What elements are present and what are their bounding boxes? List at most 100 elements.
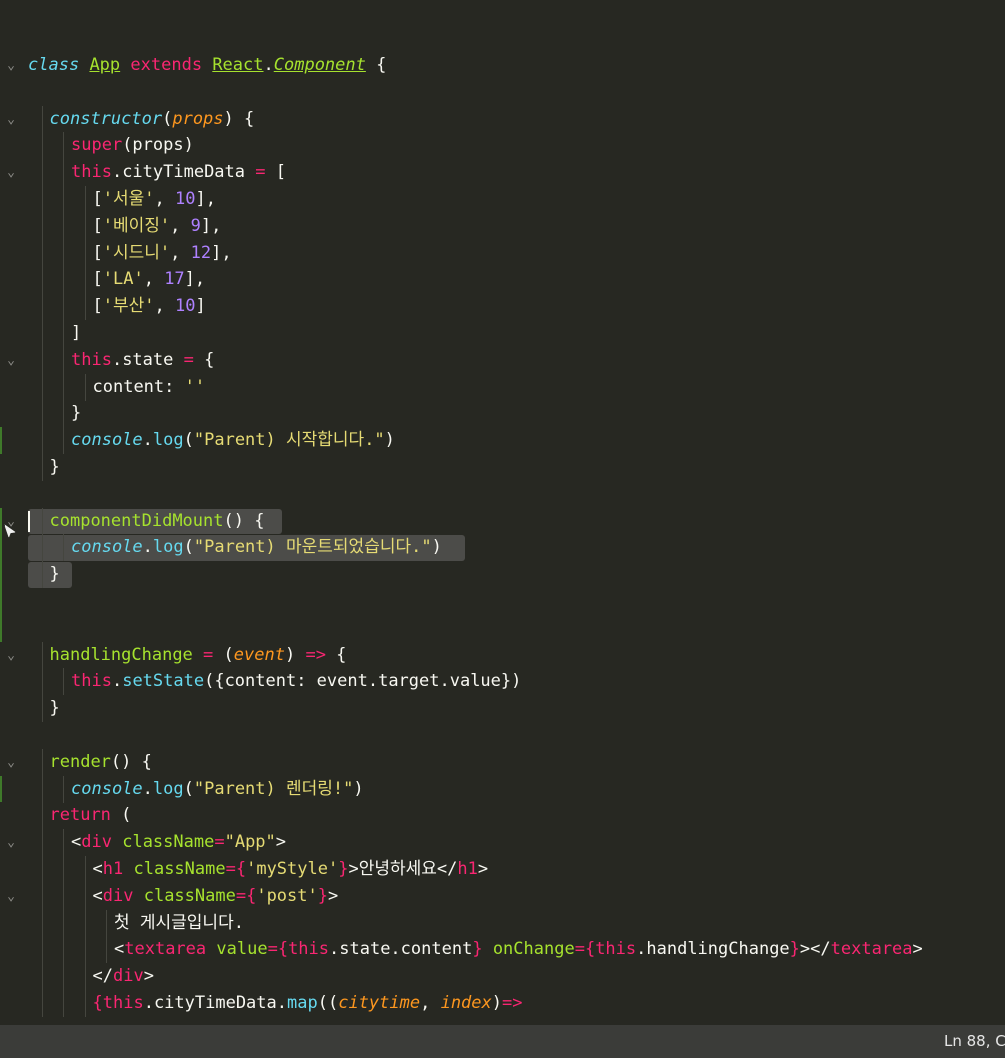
code-token: 12 xyxy=(190,242,212,263)
code-editor[interactable]: ⌄ class App extends React.Component {⌄ con… xyxy=(0,0,1005,1025)
code-line[interactable]: } xyxy=(0,400,1005,428)
code-line[interactable]: </div> xyxy=(0,963,1005,991)
code-token: 첫 게시글입니다. xyxy=(114,912,244,933)
code-token: = xyxy=(203,644,214,665)
indent-guide xyxy=(41,963,43,991)
code-token: . xyxy=(111,671,123,692)
code-token: [ xyxy=(265,162,286,183)
fold-chevron-icon[interactable]: ⌄ xyxy=(2,159,20,186)
code-token: ], xyxy=(200,215,222,236)
code-line[interactable]: ⌄ constructor(props) { xyxy=(0,105,1005,133)
fold-chevron-icon[interactable]: ⌄ xyxy=(2,347,20,374)
code-token: ], xyxy=(195,189,216,209)
indent-guide xyxy=(41,105,43,133)
code-token: ] xyxy=(195,296,206,317)
code-token: this xyxy=(71,671,112,692)
indent-guide xyxy=(41,320,43,347)
code-line[interactable]: console.log("Parent) 마운트되었습니다.") xyxy=(0,534,1005,562)
code-line[interactable]: return ( xyxy=(0,802,1005,830)
code-token: ( xyxy=(162,108,173,129)
code-line[interactable]: } xyxy=(0,454,1005,481)
code-token: [ xyxy=(92,242,103,263)
code-line[interactable]: ['부산', 10] xyxy=(0,293,1005,321)
code-token: div xyxy=(102,885,134,906)
code-line[interactable]: this.setState({content: event.target.val… xyxy=(0,668,1005,696)
code-line[interactable]: 첫 게시글입니다. xyxy=(0,909,1005,937)
code-line[interactable]: ⌄ <div className="App"> xyxy=(0,829,1005,857)
code-token: ></ xyxy=(799,939,831,960)
code-line[interactable]: ⌄ handlingChange = (event) => { xyxy=(0,641,1005,669)
code-line[interactable]: content: '' xyxy=(0,373,1005,401)
code-token: > xyxy=(912,939,923,960)
indent-guide xyxy=(41,132,43,160)
code-token: 10 xyxy=(174,296,196,317)
code-line[interactable]: ⌄ <div className={'post'}> xyxy=(0,882,1005,910)
indent-guide xyxy=(84,239,86,267)
code-line[interactable]: console.log("Parent) 렌더링!") xyxy=(0,775,1005,803)
code-token: } xyxy=(71,403,82,424)
indent-guide xyxy=(41,293,43,321)
code-token: ) xyxy=(431,537,442,558)
code-line[interactable]: ] xyxy=(0,320,1005,347)
code-token: ( xyxy=(183,537,194,558)
code-line[interactable]: {this.cityTimeData.map((citytime, index)… xyxy=(0,990,1005,1017)
code-line[interactable]: console.log("Parent) 시작합니다.") xyxy=(0,427,1005,455)
code-line[interactable]: } xyxy=(0,561,1005,589)
code-token: log xyxy=(152,778,184,799)
code-line[interactable]: ⌄ render() { xyxy=(0,748,1005,776)
code-token: 'post' xyxy=(256,885,318,906)
indent-guide xyxy=(63,293,64,321)
code-token: .handlingChange xyxy=(636,939,790,960)
indent-guide xyxy=(63,373,64,401)
code-text: {this.cityTimeData.map((citytime, index)… xyxy=(93,990,523,1017)
indent-guide xyxy=(63,346,64,374)
code-token: citytime xyxy=(338,993,421,1013)
code-token: => xyxy=(502,993,523,1013)
code-token: , xyxy=(154,189,175,209)
fold-chevron-icon[interactable]: ⌄ xyxy=(2,642,20,669)
fold-chevron-icon[interactable]: ⌄ xyxy=(2,829,20,856)
code-line[interactable]: ['시드니', 12], xyxy=(0,239,1005,267)
indent-guide xyxy=(41,936,43,964)
code-token: . xyxy=(263,55,274,75)
code-token: ( xyxy=(110,805,132,826)
code-token: ( xyxy=(183,778,194,799)
code-token: { xyxy=(193,349,215,370)
code-line[interactable]: ⌄ this.cityTimeData = [ xyxy=(0,159,1005,187)
indent-guide xyxy=(63,320,64,347)
code-line[interactable]: ⌄ this.state = { xyxy=(0,346,1005,374)
fold-chevron-icon[interactable]: ⌄ xyxy=(2,52,20,79)
fold-chevron-icon[interactable]: ⌄ xyxy=(2,749,20,776)
code-token: [ xyxy=(92,296,103,317)
code-line[interactable]: } xyxy=(0,695,1005,723)
code-token: this xyxy=(102,993,144,1013)
code-line[interactable]: <textarea value={this.state.content} onC… xyxy=(0,936,1005,964)
fold-chevron-icon[interactable]: ⌄ xyxy=(2,883,20,910)
code-token: '서울' xyxy=(102,189,155,209)
indent-guide xyxy=(41,668,43,696)
code-line[interactable]: ['베이징', 9], xyxy=(0,212,1005,240)
indent-guide xyxy=(41,159,43,187)
code-token: () { xyxy=(110,751,152,772)
code-token: console xyxy=(71,537,143,558)
code-token: . xyxy=(142,430,153,451)
code-token: , xyxy=(170,215,191,236)
code-line[interactable]: ['서울', 10], xyxy=(0,186,1005,213)
code-line[interactable]: <h1 className={'myStyle'}>안녕하세요</h1> xyxy=(0,856,1005,883)
code-token: < xyxy=(71,832,82,853)
code-line[interactable]: ⌄ class App extends React.Component { xyxy=(0,52,1005,79)
code-line[interactable]: ['LA', 17], xyxy=(0,266,1005,294)
indent-guide xyxy=(63,829,64,857)
code-line[interactable]: ⌄ componentDidMount() { xyxy=(0,507,1005,535)
code-token: > xyxy=(143,966,154,987)
code-token: constructor xyxy=(49,108,163,129)
code-token: } xyxy=(49,698,60,719)
code-line[interactable]: super(props) xyxy=(0,132,1005,160)
code-text: ] xyxy=(71,320,81,347)
code-token: [ xyxy=(92,189,103,209)
fold-chevron-icon[interactable]: ⌄ xyxy=(2,106,20,133)
cursor-position[interactable]: Ln 88, C xyxy=(944,1025,1005,1058)
